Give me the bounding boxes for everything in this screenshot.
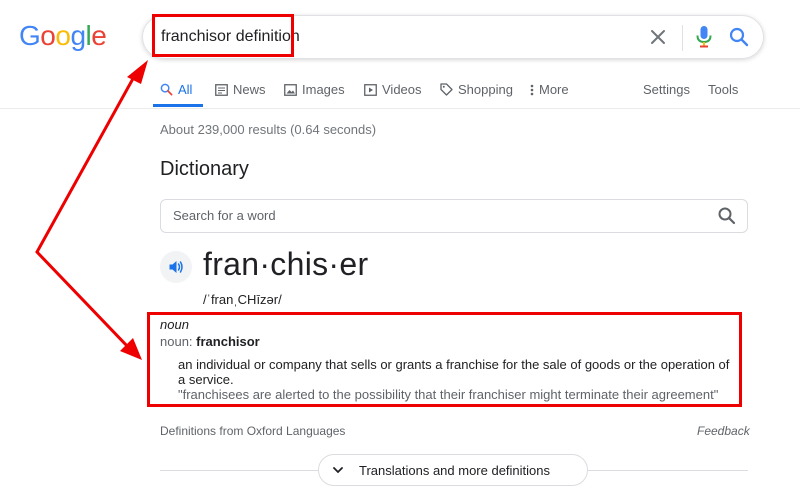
google-logo[interactable]: Google [19, 20, 107, 52]
search-icon[interactable] [728, 26, 750, 48]
tab-news[interactable]: News [215, 82, 266, 97]
search-icon[interactable] [717, 206, 737, 226]
logo-letter: o [55, 20, 71, 51]
tab-all[interactable]: All [160, 82, 192, 97]
logo-letter: e [91, 20, 107, 51]
tab-more[interactable]: More [530, 82, 569, 97]
tab-label: Shopping [458, 82, 513, 97]
tab-label: News [233, 82, 266, 97]
tab-shopping[interactable]: Shopping [440, 82, 513, 97]
video-icon [364, 83, 377, 96]
logo-letter: G [19, 20, 41, 51]
header-divider [0, 108, 800, 109]
highlight-box-search [152, 14, 294, 57]
logo-letter: o [40, 20, 56, 51]
settings-link[interactable]: Settings [643, 82, 690, 97]
phonetic: /ˈfranˌCHīzər/ [203, 292, 282, 307]
more-definitions-button[interactable]: Translations and more definitions [318, 454, 588, 486]
tab-label: All [178, 82, 193, 97]
word-search-input[interactable]: Search for a word [173, 208, 276, 223]
dictionary-title: Dictionary [160, 158, 249, 180]
more-vert-icon [530, 84, 534, 95]
tab-label: More [539, 82, 569, 97]
chevron-down-icon [333, 466, 343, 473]
speaker-icon [169, 261, 183, 273]
more-definitions-label: Translations and more definitions [359, 462, 551, 478]
search-divider [682, 25, 683, 51]
pronunciation-button[interactable] [160, 251, 192, 283]
tab-label: Images [302, 82, 345, 97]
tab-label: Videos [382, 82, 422, 97]
feedback-link[interactable]: Feedback [697, 424, 750, 438]
tab-videos[interactable]: Videos [364, 82, 422, 97]
highlight-box-definition [147, 312, 742, 407]
arrowhead-down [120, 338, 142, 360]
headword: fran·chis·er [203, 246, 369, 282]
tag-icon [440, 83, 453, 96]
logo-letter: g [70, 20, 86, 51]
clear-icon[interactable] [648, 27, 668, 47]
definition-source: Definitions from Oxford Languages [160, 424, 346, 438]
search-icon [160, 83, 173, 96]
microphone-icon[interactable] [694, 25, 714, 49]
arrow-line-up [35, 73, 137, 254]
arrowhead-up [127, 60, 148, 84]
tools-link[interactable]: Tools [708, 82, 738, 97]
image-icon [284, 83, 297, 96]
settings-label: Settings [643, 82, 690, 97]
tab-images[interactable]: Images [284, 82, 345, 97]
active-tab-indicator [153, 104, 203, 107]
news-icon [215, 83, 228, 96]
annotation-arrows [35, 60, 148, 360]
arrow-line-down [35, 250, 132, 351]
result-stats: About 239,000 results (0.64 seconds) [160, 122, 377, 137]
tools-label: Tools [708, 82, 739, 97]
